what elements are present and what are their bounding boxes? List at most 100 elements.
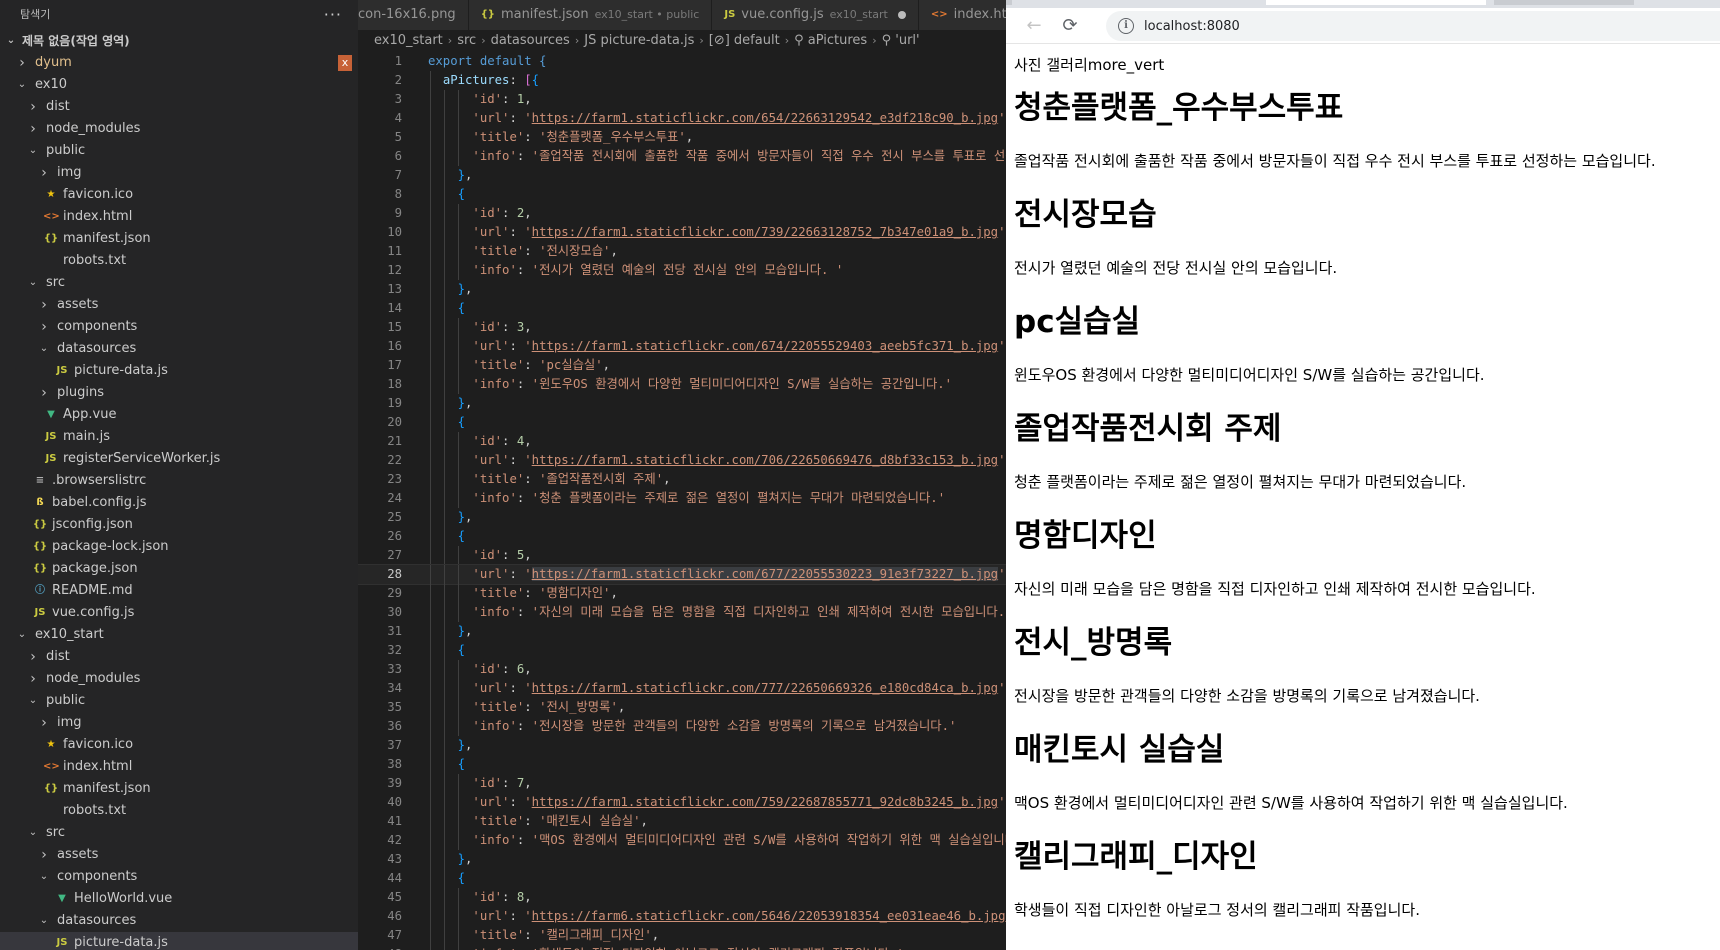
- code-line[interactable]: 15 'id': 3,: [358, 318, 1006, 337]
- tree-folder[interactable]: ⌄ public: [0, 690, 358, 712]
- tree-file[interactable]: JS main.js: [0, 426, 358, 448]
- more-actions-icon[interactable]: ···: [324, 5, 342, 24]
- code-line[interactable]: 28 'url': 'https://farm1.staticflickr.co…: [358, 564, 1006, 585]
- code-line[interactable]: 26 {: [358, 527, 1006, 546]
- tree-folder[interactable]: › node_modules: [0, 668, 358, 690]
- tree-file[interactable]: JS picture-data.js: [0, 932, 358, 950]
- workspace-root[interactable]: ⌄ 제목 없음(작업 영역): [0, 30, 358, 52]
- code-line[interactable]: 42 'info': '맥OS 환경에서 멀티미디어디자인 관련 S/W를 사용…: [358, 831, 1006, 850]
- tree-file[interactable]: ß babel.config.js: [0, 492, 358, 514]
- code-line[interactable]: 16 'url': 'https://farm1.staticflickr.co…: [358, 337, 1006, 356]
- tree-file[interactable]: ★ favicon.ico: [0, 734, 358, 756]
- tree-file[interactable]: ⓘ README.md: [0, 580, 358, 602]
- tree-folder[interactable]: ⌄ datasources: [0, 910, 358, 932]
- code-line[interactable]: 35 'title': '전시_방명록',: [358, 698, 1006, 717]
- reload-icon[interactable]: ⟳: [1056, 12, 1084, 40]
- code-line[interactable]: 34 'url': 'https://farm1.staticflickr.co…: [358, 679, 1006, 698]
- code-line[interactable]: 37 },: [358, 736, 1006, 755]
- tree-folder[interactable]: ⌄ datasources: [0, 338, 358, 360]
- tree-file[interactable]: JS picture-data.js: [0, 360, 358, 382]
- code-line[interactable]: 7 },: [358, 166, 1006, 185]
- code-line[interactable]: 33 'id': 6,: [358, 660, 1006, 679]
- code-line[interactable]: 30 'info': '자신의 미래 모습을 담은 명함을 직접 디자인하고 인…: [358, 603, 1006, 622]
- editor-tab[interactable]: JS vue.config.js ex10_start: [712, 0, 919, 30]
- code-line[interactable]: 17 'title': 'pc실습실',: [358, 356, 1006, 375]
- code-line[interactable]: 1 export default {: [358, 52, 1006, 71]
- tree-folder[interactable]: › components: [0, 316, 358, 338]
- back-arrow-icon[interactable]: ←: [1020, 12, 1048, 40]
- code-line[interactable]: 6 'info': '졸업작품 전시회에 출품한 작품 중에서 방문자들이 직접…: [358, 147, 1006, 166]
- tree-folder[interactable]: ⌄ src: [0, 272, 358, 294]
- tree-file[interactable]: ★ favicon.ico: [0, 184, 358, 206]
- code-line[interactable]: 14 {: [358, 299, 1006, 318]
- editor-tab[interactable]: con-16x16.png: [358, 0, 469, 30]
- close-icon[interactable]: x: [338, 55, 352, 71]
- code-line[interactable]: 31 },: [358, 622, 1006, 641]
- tree-file[interactable]: {} manifest.json: [0, 228, 358, 250]
- address-bar[interactable]: i localhost:8080: [1106, 11, 1720, 41]
- code-line[interactable]: 8 {: [358, 185, 1006, 204]
- code-line[interactable]: 24 'info': '청춘 플랫폼이라는 주제로 젊은 열정이 펼쳐지는 무대…: [358, 489, 1006, 508]
- code-line[interactable]: 13 },: [358, 280, 1006, 299]
- tree-folder[interactable]: › dist: [0, 96, 358, 118]
- tree-folder[interactable]: › node_modules: [0, 118, 358, 140]
- tree-folder[interactable]: ⌄ components: [0, 866, 358, 888]
- tree-file[interactable]: {} jsconfig.json: [0, 514, 358, 536]
- breadcrumb-item[interactable]: ⚲ aPictures: [794, 33, 867, 48]
- tree-folder[interactable]: ⌄ src: [0, 822, 358, 844]
- editor-tab[interactable]: {} manifest.json ex10_start • public: [468, 0, 713, 30]
- tree-file[interactable]: robots.txt: [0, 800, 358, 822]
- code-line[interactable]: 44 {: [358, 869, 1006, 888]
- code-line[interactable]: 39 'id': 7,: [358, 774, 1006, 793]
- code-line[interactable]: 29 'title': '명함디자인',: [358, 584, 1006, 603]
- tree-folder[interactable]: › assets: [0, 844, 358, 866]
- code-line[interactable]: 25 },: [358, 508, 1006, 527]
- breadcrumb-item[interactable]: datasources: [491, 33, 570, 48]
- tree-file[interactable]: ≡ .browserslistrc: [0, 470, 358, 492]
- tree-file[interactable]: JS registerServiceWorker.js: [0, 448, 358, 470]
- code-line[interactable]: 11 'title': '전시장모습',: [358, 242, 1006, 261]
- tree-folder[interactable]: ⌄ public: [0, 140, 358, 162]
- code-line[interactable]: 9 'id': 2,: [358, 204, 1006, 223]
- tree-file[interactable]: <> index.html: [0, 756, 358, 778]
- code-line[interactable]: 20 {: [358, 413, 1006, 432]
- code-line[interactable]: 38 {: [358, 755, 1006, 774]
- editor-tab[interactable]: <> index.html: [918, 0, 1006, 30]
- code-line[interactable]: 45 'id': 8,: [358, 888, 1006, 907]
- code-line[interactable]: 3 'id': 1,: [358, 90, 1006, 109]
- breadcrumb-item[interactable]: JS picture-data.js: [584, 33, 694, 48]
- tree-folder[interactable]: ⌄ ex10: [0, 74, 358, 96]
- code-line[interactable]: 4 'url': 'https://farm1.staticflickr.com…: [358, 109, 1006, 128]
- breadcrumb-item[interactable]: [⊘] default: [709, 33, 780, 48]
- tree-file[interactable]: <> index.html: [0, 206, 358, 228]
- code-line[interactable]: 32 {: [358, 641, 1006, 660]
- code-line[interactable]: 2 aPictures: [{: [358, 71, 1006, 90]
- site-info-icon[interactable]: i: [1118, 18, 1134, 34]
- tree-folder[interactable]: › img: [0, 712, 358, 734]
- tree-file[interactable]: {} manifest.json: [0, 778, 358, 800]
- tree-file[interactable]: ▼ App.vue: [0, 404, 358, 426]
- code-line[interactable]: 48 'info': '학생들이 직접 디자인한 아날로그 정서의 캘리그래피 …: [358, 945, 1006, 950]
- code-line[interactable]: 47 'title': '캘리그래피_디자인',: [358, 926, 1006, 945]
- tree-file[interactable]: {} package-lock.json: [0, 536, 358, 558]
- code-line[interactable]: 12 'info': '전시가 열렸던 예술의 전당 전시실 안의 모습입니다.…: [358, 261, 1006, 280]
- code-line[interactable]: 46 'url': 'https://farm6.staticflickr.co…: [358, 907, 1006, 926]
- code-line[interactable]: 41 'title': '매킨토시 실습실',: [358, 812, 1006, 831]
- tree-folder[interactable]: › img: [0, 162, 358, 184]
- tree-file[interactable]: robots.txt: [0, 250, 358, 272]
- code-line[interactable]: 10 'url': 'https://farm1.staticflickr.co…: [358, 223, 1006, 242]
- tree-folder[interactable]: ⌄ ex10_start: [0, 624, 358, 646]
- breadcrumb-item[interactable]: ⚲ 'url': [882, 33, 920, 48]
- tree-file[interactable]: ▼ HelloWorld.vue: [0, 888, 358, 910]
- unsaved-dot-icon[interactable]: [897, 11, 906, 19]
- breadcrumb-item[interactable]: ex10_start: [374, 33, 443, 48]
- tree-file[interactable]: JS vue.config.js: [0, 602, 358, 624]
- code-line[interactable]: 27 'id': 5,: [358, 546, 1006, 565]
- code-line[interactable]: 43 },: [358, 850, 1006, 869]
- code-line[interactable]: 19 },: [358, 394, 1006, 413]
- tree-folder[interactable]: › plugins: [0, 382, 358, 404]
- code-line[interactable]: 21 'id': 4,: [358, 432, 1006, 451]
- code-line[interactable]: 23 'title': '졸업작품전시회 주제',: [358, 470, 1006, 489]
- tree-folder[interactable]: › dist: [0, 646, 358, 668]
- code-line[interactable]: 18 'info': '윈도우OS 환경에서 다양한 멀티미디어디자인 S/W를…: [358, 375, 1006, 394]
